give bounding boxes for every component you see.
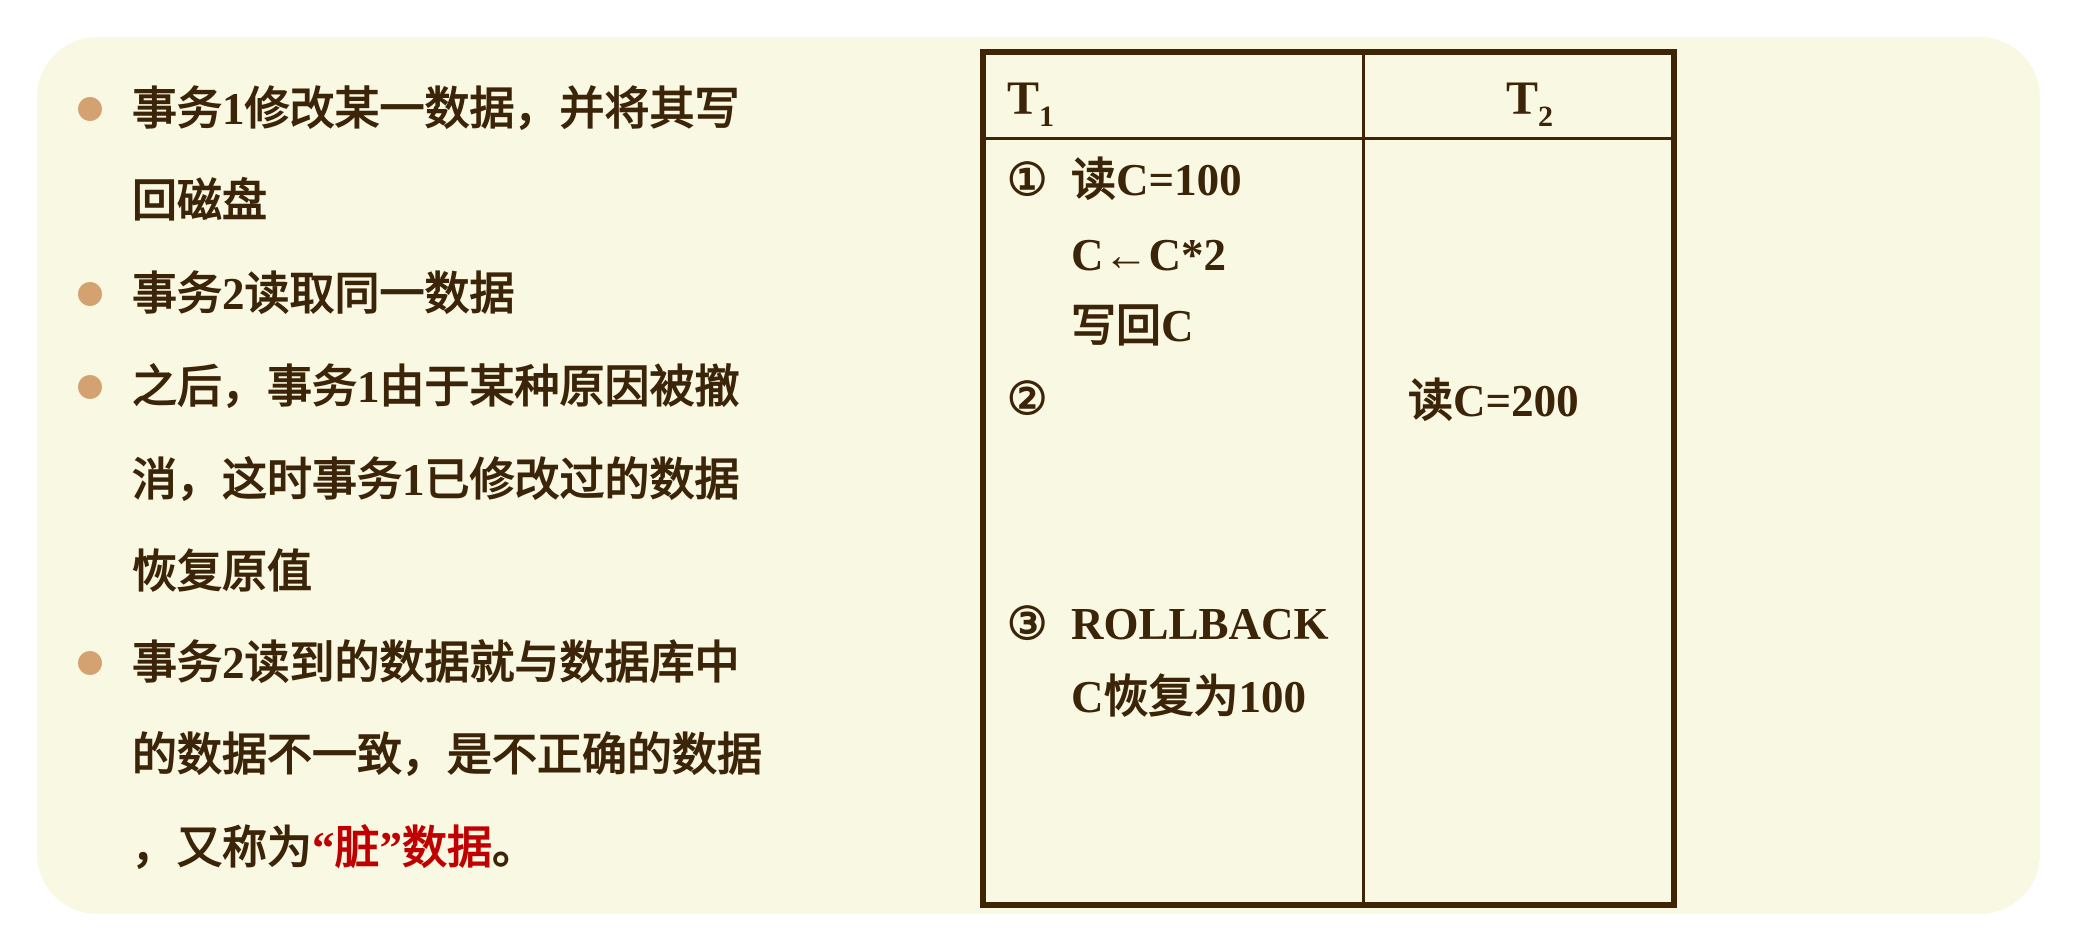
- t2-step-text: 读C=200: [1408, 376, 1579, 426]
- header-t1-main: T: [1007, 72, 1040, 125]
- dirty-data-highlight: “脏”数据: [312, 823, 493, 873]
- header-t1-sub: 1: [1039, 100, 1055, 133]
- bullet-text: 的数据不一致，是不正确的数据: [132, 730, 763, 780]
- header-divider: [986, 137, 1671, 140]
- t1-step-text: 读C=100: [1071, 155, 1242, 205]
- bullet-text: 事务2读到的数据就与数据库中: [132, 638, 740, 688]
- step-marker-1: ①: [1007, 155, 1048, 205]
- bullet-text: 消，这时事务1已修改过的数据: [132, 455, 740, 505]
- t1-step-text: C恢复为100: [1071, 672, 1306, 722]
- bullet-text-last: ，又称为“脏”数据。: [132, 818, 537, 878]
- header-t2-main: T: [1506, 72, 1539, 125]
- transaction-table: T1 T2 ① 读C=100 C←C*2 写回C ② ③ ROLLBACK C恢…: [980, 49, 1677, 908]
- header-t1: T1: [1007, 71, 1054, 145]
- bullet-icon: [78, 282, 102, 306]
- bullet-text: 事务1修改某一数据，并将其写: [132, 84, 740, 134]
- column-divider: [1362, 55, 1365, 902]
- bullet-text: 之后，事务1由于某种原因被撤: [132, 362, 740, 412]
- bullet-text: 回磁盘: [132, 176, 268, 226]
- bullet-icon: [78, 375, 102, 399]
- bullet-text: 事务2读取同一数据: [132, 269, 515, 319]
- bullet-icon: [78, 651, 102, 675]
- header-t2: T2: [1506, 71, 1553, 145]
- bullet-text-prefix: ，又称为: [132, 823, 313, 873]
- t1-step-text: C←C*2: [1071, 230, 1226, 280]
- t1-step-text: 写回C: [1071, 301, 1194, 351]
- bullet-icon: [78, 97, 102, 121]
- bullet-text: 恢复原值: [132, 547, 313, 597]
- t1-step-text: ROLLBACK: [1071, 599, 1329, 649]
- step-marker-3: ③: [1007, 599, 1048, 649]
- header-t2-sub: 2: [1538, 100, 1554, 133]
- bullet-text-suffix: 。: [492, 823, 538, 873]
- step-marker-2: ②: [1007, 374, 1048, 424]
